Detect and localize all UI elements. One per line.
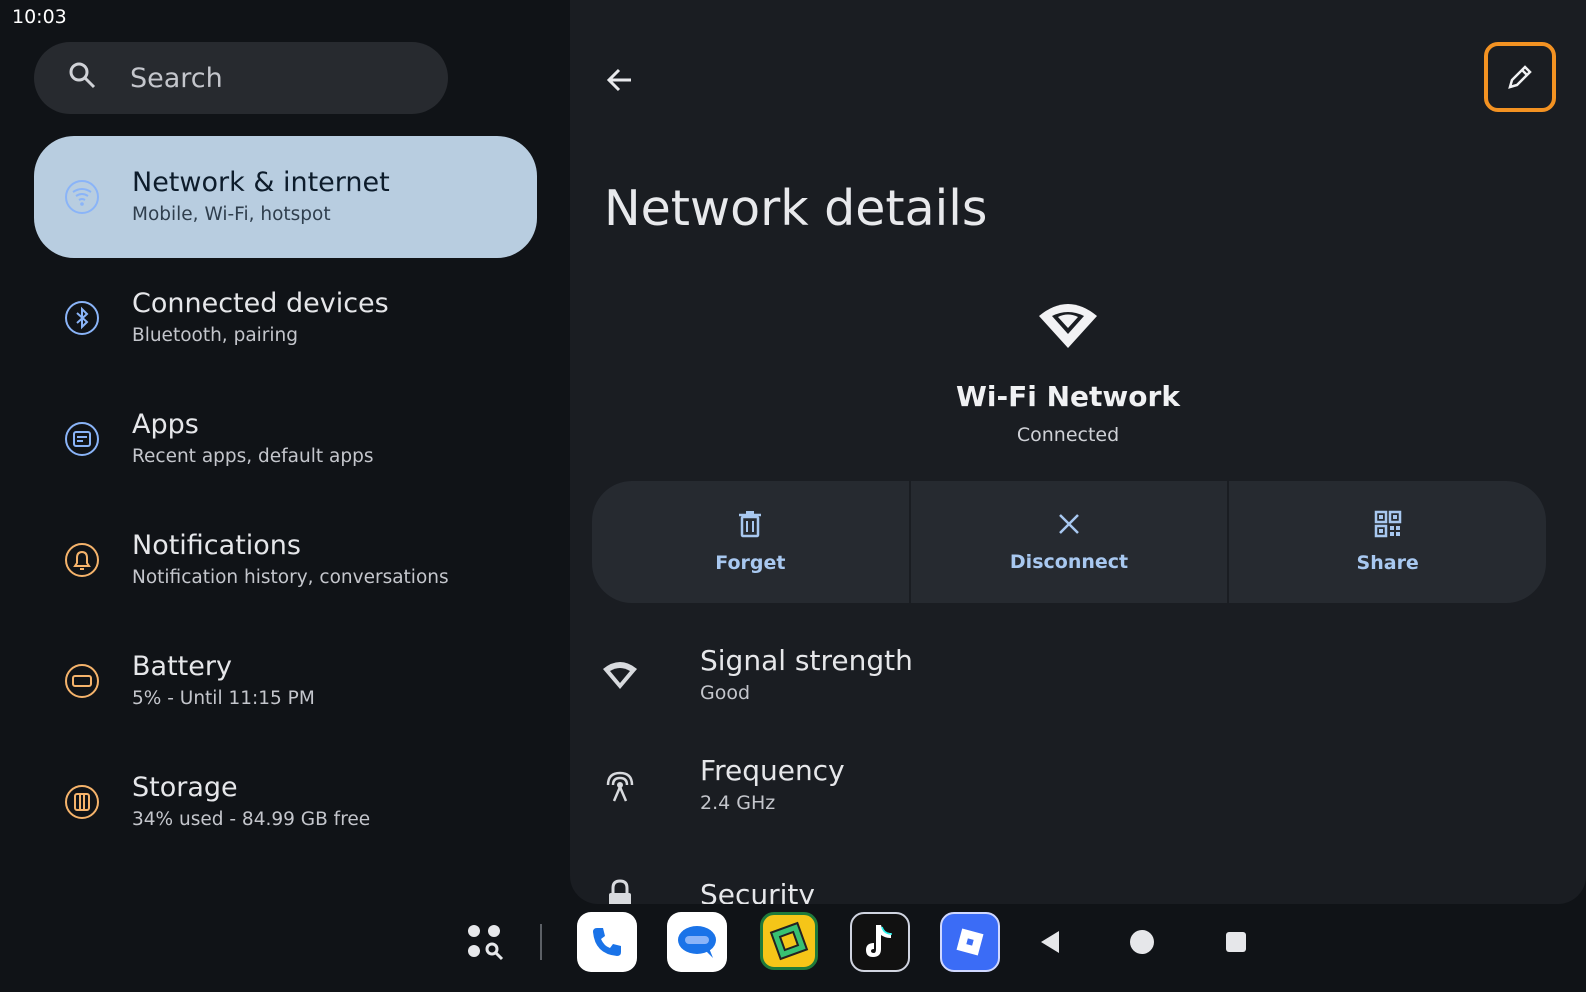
recents-nav-icon [1226,932,1246,952]
all-apps-icon [468,925,504,961]
action-buttons: Forget Disconnect Share [592,481,1546,603]
network-status: Connected [1016,424,1120,446]
page-title: Network details [604,180,988,237]
menu-item-title: Network & internet [132,167,390,198]
tiktok-icon [850,912,910,972]
menu-item-notifications[interactable]: Notifications Notification history, conv… [34,499,537,621]
settings-menu: Search Network & internet Mobile, Wi-Fi,… [0,34,570,904]
forget-button[interactable]: Forget [592,481,911,603]
storage-icon [64,784,100,820]
network-details-pane: Network details Wi-Fi Network Connected … [570,0,1586,904]
recents-nav-button[interactable] [1218,912,1254,972]
wifi-icon [64,179,100,215]
clock: 10:03 [12,6,67,28]
detail-title: Frequency [700,754,845,787]
network-name: Wi-Fi Network [956,380,1180,413]
menu-item-subtitle: Mobile, Wi-Fi, hotspot [132,204,331,225]
detail-subtitle: Good [700,682,751,704]
share-label: Share [1356,552,1419,574]
search-placeholder: Search [130,62,223,94]
forget-label: Forget [715,552,786,574]
qr-code-icon [1374,510,1402,542]
trash-icon [737,510,763,542]
disconnect-button[interactable]: Disconnect [911,481,1230,603]
menu-item-title: Apps [132,409,199,440]
menu-item-network[interactable]: Network & internet Mobile, Wi-Fi, hotspo… [34,136,537,258]
menu-item-connected-devices[interactable]: Connected devices Bluetooth, pairing [34,257,537,379]
detail-title: Security [700,878,815,904]
bluetooth-icon [64,300,100,336]
messages-app[interactable] [667,912,727,972]
signal-strength-row[interactable]: Signal strength Good [570,625,1586,725]
menu-item-title: Connected devices [132,288,389,319]
arrow-left-icon [606,68,631,92]
phone-icon [577,912,637,972]
back-nav-button[interactable] [1032,912,1068,972]
security-row[interactable]: Security [570,845,1586,904]
share-button[interactable]: Share [1229,481,1546,603]
back-button[interactable] [602,62,638,98]
menu-item-subtitle: Notification history, conversations [132,567,449,588]
edit-button[interactable] [1484,42,1556,112]
roblox-icon [940,912,1000,972]
menu-item-title: Notifications [132,530,301,561]
back-nav-icon [1041,931,1059,953]
menu-item-battery[interactable]: Battery 5% - Until 11:15 PM [34,620,537,742]
menu-item-title: Storage [132,772,238,803]
messages-icon [667,912,727,972]
battery-icon [64,663,100,699]
apps-icon [64,421,100,457]
geometry-dash-app[interactable] [760,912,818,970]
menu-item-subtitle: Bluetooth, pairing [132,325,299,346]
menu-item-apps[interactable]: Apps Recent apps, default apps [34,378,537,500]
search-bar[interactable]: Search [34,42,448,114]
menu-item-storage[interactable]: Storage 34% used - 84.99 GB free [34,741,537,863]
close-icon [1056,511,1082,541]
disconnect-label: Disconnect [1009,551,1129,573]
pencil-icon [1508,65,1532,89]
phone-app[interactable] [577,912,637,972]
tiktok-app[interactable] [850,912,910,972]
frequency-row[interactable]: Frequency 2.4 GHz [570,735,1586,835]
lock-icon [600,875,640,904]
taskbar-divider [540,924,542,960]
search-icon [68,61,96,96]
home-nav-icon [1130,930,1154,954]
bell-icon [64,542,100,578]
menu-item-subtitle: 5% - Until 11:15 PM [132,688,315,709]
geometry-dash-icon [760,912,818,970]
home-nav-button[interactable] [1124,912,1160,972]
antenna-icon [600,765,640,805]
detail-subtitle: 2.4 GHz [700,792,776,814]
detail-title: Signal strength [700,644,913,677]
all-apps-button[interactable] [462,912,508,972]
menu-item-title: Battery [132,651,232,682]
wifi-icon [1038,300,1098,354]
wifi-signal-icon [600,655,640,695]
roblox-app[interactable] [940,912,1000,972]
wifi-hero [570,300,1566,354]
menu-item-subtitle: Recent apps, default apps [132,446,374,467]
menu-item-subtitle: 34% used - 84.99 GB free [132,809,371,830]
